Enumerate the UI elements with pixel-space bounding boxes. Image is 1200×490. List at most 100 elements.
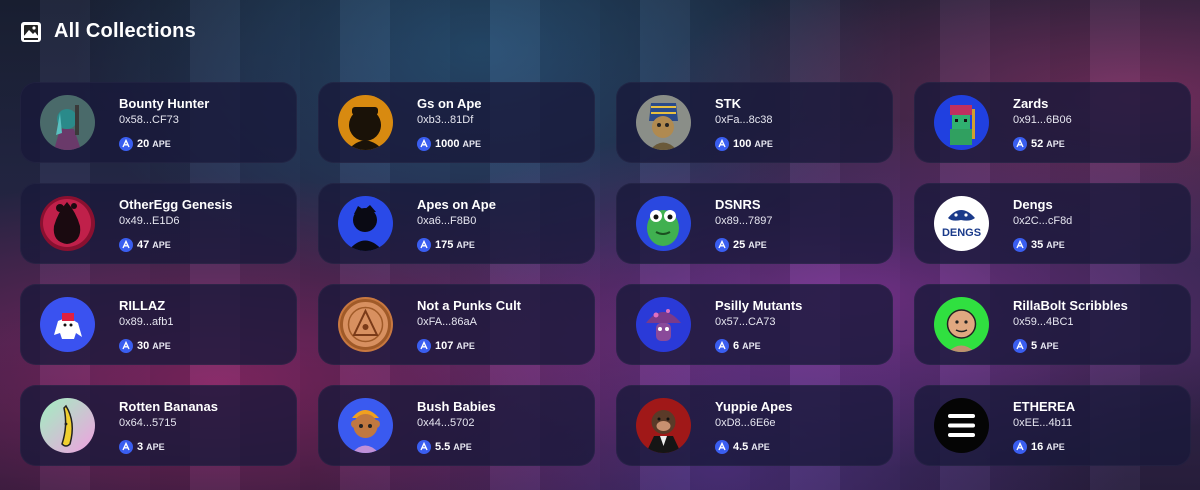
collection-avatar [338,297,393,352]
collection-name: OtherEgg Genesis [119,197,233,212]
collection-avatar [934,95,989,150]
ape-coin-icon [1013,137,1027,151]
collection-avatar [636,196,691,251]
collection-address: 0x2C...cF8d [1013,215,1073,227]
collection-price: 4.5 APE [715,440,793,454]
collection-price: 16 APE [1013,440,1075,454]
ape-coin-icon [119,339,133,353]
collection-price: 5.5 APE [417,440,496,454]
collection-price: 30 APE [119,339,173,353]
collection-name: Apes on Ape [417,197,496,212]
collection-name: Bounty Hunter [119,96,210,111]
avatar-logo-text: DENGS [942,227,981,239]
collection-price: 25 APE [715,238,773,252]
collection-avatar [636,297,691,352]
ape-coin-icon [715,137,729,151]
collection-price: 107 APE [417,339,521,353]
collection-name: Psilly Mutants [715,298,803,313]
ape-coin-icon [715,440,729,454]
collection-name: DSNRS [715,197,761,212]
collection-address: 0x49...E1D6 [119,215,180,227]
collection-card[interactable]: Rotten Bananas 0x64...5715 3 APE [20,385,297,466]
collection-name: Yuppie Apes [715,399,793,414]
collection-address: 0x57...CA73 [715,316,776,328]
collection-price: 175 APE [417,238,496,252]
collection-price: 52 APE [1013,137,1072,151]
collection-name: Dengs [1013,197,1053,212]
collection-avatar [636,95,691,150]
ape-coin-icon [119,440,133,454]
collection-address: 0xEE...4b11 [1013,417,1073,429]
collection-address: 0xFA...86aA [417,316,477,328]
collection-price: 1000 APE [417,137,482,151]
collection-card[interactable]: Not a Punks Cult 0xFA...86aA 107 APE [318,284,595,365]
collection-name: Gs on Ape [417,96,482,111]
ape-coin-icon [119,238,133,252]
ape-coin-icon [417,440,431,454]
collection-avatar [40,297,95,352]
collection-avatar [338,95,393,150]
image-gallery-icon [20,21,42,43]
collection-avatar [934,297,989,352]
collection-card[interactable]: Bush Babies 0x44...5702 5.5 APE [318,385,595,466]
collection-card[interactable]: ETHEREA 0xEE...4b11 16 APE [914,385,1191,466]
collection-price: 5 APE [1013,339,1128,353]
collection-address: 0xFa...8c38 [715,114,773,126]
collection-price: 6 APE [715,339,802,353]
collection-address: 0xD8...6E6e [715,417,776,429]
collection-card[interactable]: DSNRS 0x89...7897 25 APE [616,183,893,264]
collection-card[interactable]: Bounty Hunter 0x58...CF73 20 APE [20,82,297,163]
collections-grid: Bounty Hunter 0x58...CF73 20 APE Gs on A… [20,82,1191,466]
collection-card[interactable]: OtherEgg Genesis 0x49...E1D6 47 APE [20,183,297,264]
collection-address: 0x89...7897 [715,215,773,227]
collection-avatar [934,398,989,453]
collection-address: 0xa6...F8B0 [417,215,477,227]
ape-coin-icon [1013,339,1027,353]
collection-avatar [40,196,95,251]
collection-price: 3 APE [119,440,218,454]
collection-card[interactable]: Yuppie Apes 0xD8...6E6e 4.5 APE [616,385,893,466]
collection-avatar: DENGS [934,196,989,251]
collection-name: Rotten Bananas [119,399,218,414]
page-title: All Collections [54,20,196,42]
collection-avatar [338,398,393,453]
section-header: All Collections [20,20,196,43]
collection-card[interactable]: DENGS Dengs 0x2C...cF8d 35 APE [914,183,1191,264]
collection-card[interactable]: Gs on Ape 0xb3...81Df 1000 APE [318,82,595,163]
collection-card[interactable]: Zards 0x91...6B06 52 APE [914,82,1191,163]
ape-coin-icon [417,339,431,353]
ape-coin-icon [119,137,133,151]
ape-coin-icon [1013,238,1027,252]
collection-price: 35 APE [1013,238,1072,252]
collection-price: 20 APE [119,137,209,151]
collection-avatar [40,95,95,150]
ape-coin-icon [1013,440,1027,454]
ape-coin-icon [417,238,431,252]
collection-price: 47 APE [119,238,232,252]
collection-name: STK [715,96,741,111]
collection-avatar [636,398,691,453]
collection-name: RILLAZ [119,298,166,313]
ape-coin-icon [715,339,729,353]
collection-name: Bush Babies [417,399,496,414]
collection-address: 0xb3...81Df [417,114,474,126]
collection-address: 0x44...5702 [417,417,475,429]
collection-address: 0x58...CF73 [119,114,179,126]
collection-address: 0x64...5715 [119,417,177,429]
collection-card[interactable]: RILLAZ 0x89...afb1 30 APE [20,284,297,365]
collection-avatar [338,196,393,251]
collection-address: 0x89...afb1 [119,316,174,328]
collection-address: 0x91...6B06 [1013,114,1072,126]
ape-coin-icon [417,137,431,151]
collection-name: RillaBolt Scribbles [1013,298,1128,313]
collection-address: 0x59...4BC1 [1013,316,1074,328]
collection-price: 100 APE [715,137,773,151]
collection-card[interactable]: Psilly Mutants 0x57...CA73 6 APE [616,284,893,365]
collection-name: Not a Punks Cult [417,298,522,313]
collection-name: Zards [1013,96,1049,111]
ape-coin-icon [715,238,729,252]
collection-card[interactable]: STK 0xFa...8c38 100 APE [616,82,893,163]
collection-name: ETHEREA [1013,399,1076,414]
collection-card[interactable]: Apes on Ape 0xa6...F8B0 175 APE [318,183,595,264]
collection-card[interactable]: RillaBolt Scribbles 0x59...4BC1 5 APE [914,284,1191,365]
